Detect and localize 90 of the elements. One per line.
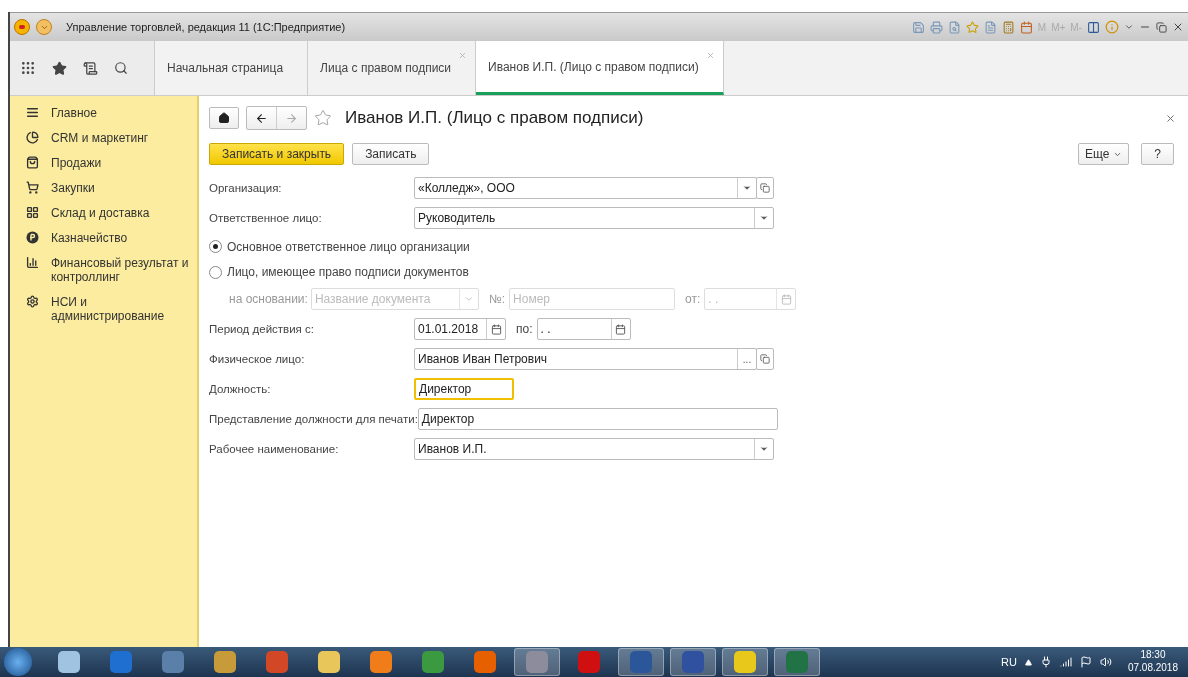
copy-icon: [760, 183, 770, 193]
field-label: на основании:: [229, 292, 308, 306]
input-field[interactable]: Директор: [414, 378, 514, 400]
document-icon[interactable]: [983, 20, 997, 34]
field-label: Представление должности для печати:: [209, 413, 418, 425]
caret-icon: [759, 444, 769, 454]
printer-icon[interactable]: [929, 20, 943, 34]
cart-icon: [26, 181, 39, 194]
sidebar-item[interactable]: Казначейство: [10, 227, 197, 252]
start-button[interactable]: [4, 648, 32, 676]
star-icon[interactable]: [965, 20, 979, 34]
save-and-close-button[interactable]: Записать и закрыть: [209, 143, 345, 165]
choose-button[interactable]: ...: [737, 349, 756, 369]
apps-grid-icon[interactable]: [20, 60, 36, 76]
input-field[interactable]: «Колледж», ООО: [414, 177, 757, 199]
caret-icon: [759, 213, 769, 223]
input-field[interactable]: Иванов Иван Петрович ...: [414, 348, 757, 370]
field-label: Должность:: [209, 383, 272, 395]
copy-icon: [760, 354, 770, 364]
menu-icon: [26, 106, 39, 119]
sidebar-item[interactable]: Закупки: [10, 177, 197, 202]
flag-icon[interactable]: [1079, 656, 1092, 668]
date-field[interactable]: . .: [536, 318, 631, 340]
bar-chart-icon: [26, 256, 39, 269]
calculator-icon[interactable]: [1001, 20, 1015, 34]
radio-button[interactable]: [209, 265, 222, 279]
caret-icon[interactable]: [1124, 22, 1134, 32]
star-icon[interactable]: [52, 60, 67, 76]
panels-icon[interactable]: [1087, 20, 1100, 34]
tab[interactable]: Начальная страница: [155, 41, 309, 95]
field-label: Ответственное лицо:: [209, 212, 323, 224]
home-icon: [218, 112, 230, 124]
arrow-right-icon: [285, 111, 298, 125]
field-label: Организация:: [209, 182, 283, 194]
help-button[interactable]: ?: [1141, 143, 1174, 165]
arrow-left-icon: [255, 111, 268, 125]
language-indicator[interactable]: RU: [1001, 656, 1017, 668]
field-label: Период действия с:: [209, 323, 315, 335]
gear-icon: [26, 295, 39, 308]
coin-icon: [26, 231, 39, 244]
field-label: №:: [488, 292, 506, 306]
info-icon[interactable]: [1105, 20, 1119, 34]
home-button[interactable]: [209, 107, 239, 129]
input-field[interactable]: Иванов И.П.: [414, 438, 774, 460]
menu-icon[interactable]: [36, 19, 52, 35]
sidebar-item[interactable]: CRM и маркетинг: [10, 127, 197, 152]
field-label: по:: [516, 322, 533, 336]
plug-icon[interactable]: [1039, 656, 1052, 668]
tray-arrow-icon[interactable]: [1024, 658, 1032, 666]
calendar-icon: [615, 323, 626, 335]
sidebar-item[interactable]: Главное: [10, 102, 197, 127]
caret-icon: [742, 183, 752, 193]
logo-icon: [14, 19, 30, 35]
sidebar-item[interactable]: НСИ и администрирование: [10, 291, 197, 330]
form-title: Иванов И.П. (Лицо с правом подписи): [345, 108, 645, 128]
pie-chart-icon: [26, 131, 39, 144]
input-field[interactable]: Руководитель: [414, 207, 774, 229]
search-icon[interactable]: [114, 61, 128, 75]
tab[interactable]: Иванов И.П. (Лицо с правом подписи): [476, 41, 724, 95]
input-field[interactable]: Директор: [417, 408, 778, 430]
history-icon[interactable]: [83, 60, 98, 76]
grid-icon: [26, 206, 39, 219]
taskbar-app[interactable]: [670, 648, 716, 676]
open-button[interactable]: [756, 348, 774, 370]
save-button[interactable]: Записать: [352, 143, 430, 165]
field-label: Физическое лицо:: [209, 353, 306, 365]
calendar-icon[interactable]: [1019, 20, 1033, 34]
clock[interactable]: 18:30 07.08.2018: [1127, 648, 1178, 676]
star-icon[interactable]: [314, 109, 332, 127]
speaker-icon[interactable]: [1099, 656, 1112, 668]
field-label: Рабочее наименование:: [209, 443, 340, 455]
close-icon[interactable]: [1172, 21, 1184, 33]
calendar-icon: [490, 323, 502, 335]
radio-button[interactable]: [209, 240, 222, 253]
sidebar-item[interactable]: Продажи: [10, 152, 197, 177]
save-icon[interactable]: [911, 20, 925, 34]
window-title: Управление торговлей, редакция 11 (1С:Предприятие): [66, 21, 347, 33]
more-button[interactable]: Еще: [1077, 143, 1130, 165]
restore-icon[interactable]: [1156, 21, 1167, 33]
calendar-icon: [780, 293, 792, 305]
date-field[interactable]: 01.01.2018: [414, 318, 506, 340]
preview-icon[interactable]: [947, 20, 961, 34]
sidebar-item[interactable]: Финансовый результат и контроллинг: [10, 252, 197, 291]
close-icon[interactable]: [1165, 112, 1176, 124]
taskbar-app[interactable]: [722, 648, 768, 676]
shopping-bag-icon: [26, 156, 39, 169]
caret-icon: [463, 294, 474, 304]
sidebar-item[interactable]: Склад и доставка: [10, 202, 197, 227]
field-label: от:: [685, 292, 701, 306]
open-button[interactable]: [756, 177, 774, 199]
